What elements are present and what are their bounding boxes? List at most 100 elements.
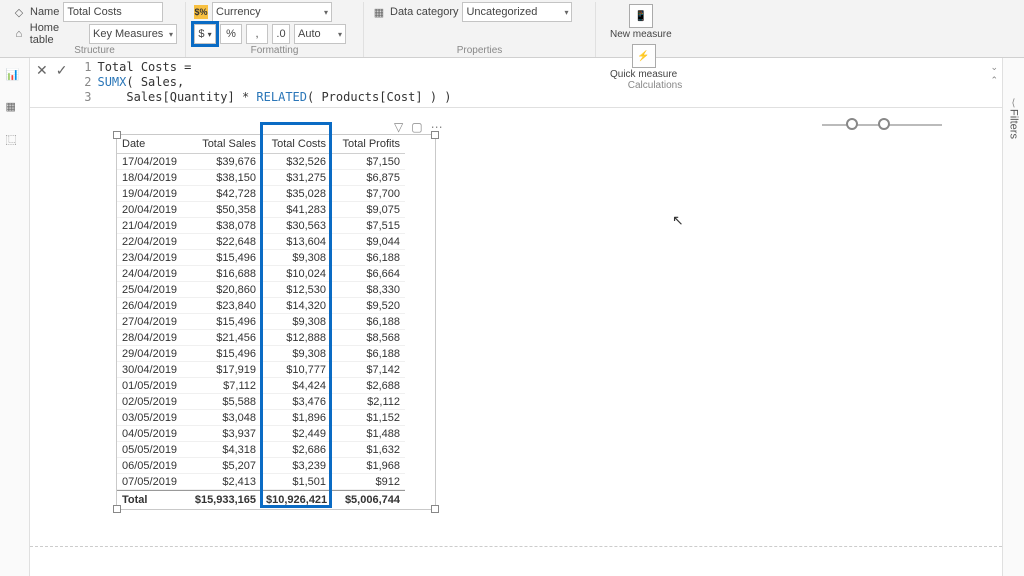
table-cell: $4,318 — [189, 442, 261, 458]
table-cell: $30,563 — [261, 218, 331, 234]
table-row[interactable]: 18/04/2019$38,150$31,275$6,875 — [117, 170, 435, 186]
table-row[interactable]: 03/05/2019$3,048$1,896$1,152 — [117, 410, 435, 426]
col-sales[interactable]: Total Sales — [189, 135, 261, 154]
table-cell: $3,937 — [189, 426, 261, 442]
data-view-icon[interactable]: ▦ — [6, 100, 24, 118]
format-select[interactable]: Currency▾ — [212, 2, 332, 22]
table-cell: 23/04/2019 — [117, 250, 189, 266]
table-header: Date Total Sales Total Costs Total Profi… — [117, 135, 435, 154]
table-row[interactable]: 29/04/2019$15,496$9,308$6,188 — [117, 346, 435, 362]
focus-mode-icon[interactable]: ▢ — [411, 120, 422, 134]
slicer-visual[interactable] — [822, 124, 942, 126]
report-canvas[interactable]: ▽ ▢ ⋯ Date Total Sales Total Costs Total… — [30, 108, 1002, 546]
total-profits: $5,006,744 — [331, 490, 405, 509]
table-row[interactable]: 25/04/2019$20,860$12,530$8,330 — [117, 282, 435, 298]
filters-label: Filters — [1008, 109, 1020, 139]
decimals-select[interactable]: Auto▾ — [294, 24, 346, 44]
footer — [30, 546, 1002, 576]
table-row[interactable]: 05/05/2019$4,318$2,686$1,632 — [117, 442, 435, 458]
datacat-icon: ▦ — [372, 5, 386, 19]
table-row[interactable]: 21/04/2019$38,078$30,563$7,515 — [117, 218, 435, 234]
table-cell: $13,604 — [261, 234, 331, 250]
thousands-button[interactable]: , — [246, 24, 268, 44]
table-row[interactable]: 30/04/2019$17,919$10,777$7,142 — [117, 362, 435, 378]
table-cell: $9,308 — [261, 346, 331, 362]
filters-pane-collapsed[interactable]: ⟨ Filters — [1002, 58, 1024, 576]
collapse-formula-icon[interactable]: ⌄ — [990, 62, 998, 73]
expand-formula-icon[interactable]: ⌃ — [990, 75, 998, 86]
table-cell: $50,358 — [189, 202, 261, 218]
table-row[interactable]: 02/05/2019$5,588$3,476$2,112 — [117, 394, 435, 410]
col-profits[interactable]: Total Profits — [331, 135, 405, 154]
commit-formula-icon[interactable]: ✓ — [56, 62, 68, 79]
table-cell: $6,875 — [331, 170, 405, 186]
datacat-select[interactable]: Uncategorized▾ — [462, 2, 572, 22]
table-cell: $3,048 — [189, 410, 261, 426]
table-row[interactable]: 23/04/2019$15,496$9,308$6,188 — [117, 250, 435, 266]
table-cell: $5,588 — [189, 394, 261, 410]
percent-button[interactable]: % — [220, 24, 242, 44]
table-row[interactable]: 04/05/2019$3,937$2,449$1,488 — [117, 426, 435, 442]
currency-button[interactable]: $ ▾ — [194, 24, 216, 44]
table-cell: $9,308 — [261, 250, 331, 266]
table-cell: $7,112 — [189, 378, 261, 394]
decimals-icon: .0 — [272, 24, 290, 44]
table-cell: $12,530 — [261, 282, 331, 298]
table-cell: $31,275 — [261, 170, 331, 186]
table-cell: 30/04/2019 — [117, 362, 189, 378]
table-row[interactable]: 28/04/2019$21,456$12,888$8,568 — [117, 330, 435, 346]
filter-visual-icon[interactable]: ▽ — [394, 120, 403, 134]
table-row[interactable]: 27/04/2019$15,496$9,308$6,188 — [117, 314, 435, 330]
table-cell: $15,496 — [189, 250, 261, 266]
table-cell: 26/04/2019 — [117, 298, 189, 314]
table-row[interactable]: 22/04/2019$22,648$13,604$9,044 — [117, 234, 435, 250]
table-row[interactable]: 01/05/2019$7,112$4,424$2,688 — [117, 378, 435, 394]
report-view-icon[interactable]: 📊 — [6, 68, 24, 86]
table-cell: 21/04/2019 — [117, 218, 189, 234]
col-date[interactable]: Date — [117, 135, 189, 154]
table-cell: $7,150 — [331, 154, 405, 170]
model-view-icon[interactable]: ⿺ — [6, 132, 24, 150]
new-measure-button[interactable]: 📱 New measure — [604, 2, 678, 40]
format-icon: $% — [194, 5, 208, 19]
resize-handle[interactable] — [113, 505, 121, 513]
table-row[interactable]: 06/05/2019$5,207$3,239$1,968 — [117, 458, 435, 474]
col-costs[interactable]: Total Costs — [261, 135, 331, 154]
table-visual[interactable]: Date Total Sales Total Costs Total Profi… — [116, 134, 436, 510]
formula-bar: ✕ ✓ 1Total Costs = 2SUMX( Sales, 3 Sales… — [30, 58, 1002, 108]
table-cell: $17,919 — [189, 362, 261, 378]
table-row[interactable]: 17/04/2019$39,676$32,526$7,150 — [117, 154, 435, 170]
table-cell: $2,112 — [331, 394, 405, 410]
table-cell: 07/05/2019 — [117, 474, 189, 490]
home-table-select[interactable]: Key Measures▾ — [89, 24, 177, 44]
table-cell: $8,330 — [331, 282, 405, 298]
table-cell: $41,283 — [261, 202, 331, 218]
resize-handle[interactable] — [113, 131, 121, 139]
table-cell: $6,188 — [331, 250, 405, 266]
name-input[interactable]: Total Costs — [63, 2, 163, 22]
cancel-formula-icon[interactable]: ✕ — [36, 62, 48, 79]
table-cell: $23,840 — [189, 298, 261, 314]
table-row[interactable]: 07/05/2019$2,413$1,501$912 — [117, 474, 435, 490]
formula-editor[interactable]: 1Total Costs = 2SUMX( Sales, 3 Sales[Qua… — [73, 58, 986, 107]
table-cell: 28/04/2019 — [117, 330, 189, 346]
table-cell: 06/05/2019 — [117, 458, 189, 474]
table-row[interactable]: 24/04/2019$16,688$10,024$6,664 — [117, 266, 435, 282]
table-total-row: Total $15,933,165 $10,926,421 $5,006,744 — [117, 490, 435, 509]
datacat-label: Data category — [390, 6, 458, 18]
table-row[interactable]: 19/04/2019$42,728$35,028$7,700 — [117, 186, 435, 202]
table-cell: 04/05/2019 — [117, 426, 189, 442]
table-cell: $1,632 — [331, 442, 405, 458]
table-cell: 18/04/2019 — [117, 170, 189, 186]
resize-handle[interactable] — [431, 505, 439, 513]
table-cell: $9,075 — [331, 202, 405, 218]
resize-handle[interactable] — [431, 131, 439, 139]
table-row[interactable]: 20/04/2019$50,358$41,283$9,075 — [117, 202, 435, 218]
table-cell: $9,044 — [331, 234, 405, 250]
table-cell: $15,496 — [189, 314, 261, 330]
table-cell: $7,700 — [331, 186, 405, 202]
home-table-label: Home table — [30, 22, 85, 46]
table-row[interactable]: 26/04/2019$23,840$14,320$9,520 — [117, 298, 435, 314]
table-cell: 01/05/2019 — [117, 378, 189, 394]
table-cell: $1,501 — [261, 474, 331, 490]
